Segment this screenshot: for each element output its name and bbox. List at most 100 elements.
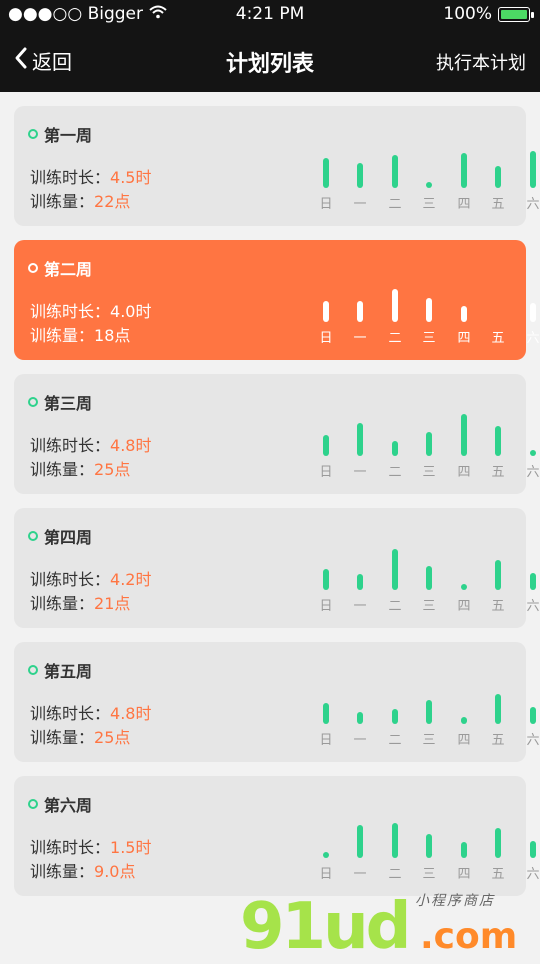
day-label: 日 (319, 465, 333, 480)
day-label: 三 (422, 465, 436, 480)
duration-value: 4.5时 (110, 168, 152, 187)
circle-dot-icon (28, 665, 38, 675)
day-label: 三 (422, 733, 436, 748)
points-row: 训练量：25点 (30, 456, 130, 480)
day-label: 日 (319, 733, 333, 748)
day-label: 二 (388, 867, 402, 882)
day-label: 日 (319, 197, 333, 212)
weekly-bar-chart: 日一二三四五六 (286, 106, 540, 226)
day-label: 五 (491, 465, 505, 480)
battery-icon (498, 6, 534, 22)
day-bar (323, 852, 329, 858)
day-bar (530, 450, 536, 456)
duration-row: 训练时长：1.5时 (30, 834, 151, 858)
week-card[interactable]: 第四周 训练时长：4.2时 训练量：21点 日 一 二 三 四 五 六 (14, 508, 540, 628)
points-label: 训练量： (30, 594, 95, 613)
week-header: 第一周 (28, 122, 92, 146)
day-bar (495, 426, 501, 456)
day-bar (357, 163, 363, 188)
weekly-bar-chart: 日一二三四五六 (286, 642, 540, 762)
day-label: 五 (491, 331, 505, 346)
day-label: 一 (353, 733, 367, 748)
week-card[interactable]: 第一周 训练时长：4.5时 训练量：22点 日 一 二 三 四 五 六 (14, 106, 540, 226)
day-label: 一 (353, 465, 367, 480)
circle-dot-icon (28, 397, 38, 407)
day-label: 二 (388, 197, 402, 212)
day-label: 四 (457, 465, 471, 480)
week-title: 第二周 (44, 260, 93, 279)
day-bar (426, 432, 432, 456)
day-label: 四 (457, 733, 471, 748)
week-title: 第四周 (44, 528, 93, 547)
points-label: 训练量： (30, 460, 95, 479)
day-label: 五 (491, 599, 505, 614)
points-row: 训练量：22点 (30, 188, 130, 212)
week-card[interactable]: 第二周 训练时长：4.0时 训练量：18点 日 一 二 三 四 五 六 (14, 240, 540, 360)
duration-row: 训练时长：4.0时 (30, 298, 151, 322)
points-value: 25点 (94, 728, 131, 747)
points-label: 训练量： (30, 862, 95, 881)
duration-label: 训练时长： (30, 838, 111, 857)
day-bar (495, 694, 501, 724)
duration-label: 训练时长： (30, 704, 111, 723)
day-bar (461, 306, 467, 322)
circle-dot-icon (28, 263, 38, 273)
day-label: 三 (422, 867, 436, 882)
day-bar (357, 574, 363, 590)
week-header: 第二周 (28, 256, 92, 280)
day-label: 六 (526, 197, 540, 212)
week-card[interactable]: 第六周 训练时长：1.5时 训练量：9.0点 日 一 二 三 四 五 六 (14, 776, 540, 896)
day-label: 六 (526, 331, 540, 346)
day-label: 四 (457, 599, 471, 614)
day-label: 二 (388, 599, 402, 614)
day-bar (461, 842, 467, 858)
day-bar (461, 717, 467, 724)
points-row: 训练量：25点 (30, 724, 130, 748)
day-bar (495, 166, 501, 188)
points-value: 21点 (94, 594, 131, 613)
day-bar (392, 155, 398, 188)
day-label: 二 (388, 331, 402, 346)
watermark-tagline: 小程序商店 (415, 893, 495, 909)
duration-row: 训练时长：4.2时 (30, 566, 151, 590)
duration-value: 4.0时 (110, 302, 152, 321)
week-title: 第三周 (44, 394, 93, 413)
day-bar (323, 301, 329, 322)
day-bar (495, 560, 501, 590)
points-row: 训练量：9.0点 (30, 858, 135, 882)
day-label: 一 (353, 599, 367, 614)
day-bar (357, 825, 363, 858)
day-bar (323, 569, 329, 590)
day-bar (530, 707, 536, 724)
execute-plan-button[interactable]: 执行本计划 (436, 49, 526, 75)
day-label: 三 (422, 197, 436, 212)
day-bar (461, 414, 467, 456)
duration-value: 4.8时 (110, 704, 152, 723)
duration-value: 1.5时 (110, 838, 152, 857)
battery-group: 100% (443, 4, 534, 24)
day-bar (323, 435, 329, 456)
week-title: 第一周 (44, 126, 93, 145)
day-bar (426, 566, 432, 590)
day-label: 一 (353, 867, 367, 882)
week-card[interactable]: 第三周 训练时长：4.8时 训练量：25点 日 一 二 三 四 五 六 (14, 374, 540, 494)
week-header: 第五周 (28, 658, 92, 682)
duration-label: 训练时长： (30, 168, 111, 187)
points-label: 训练量： (30, 192, 95, 211)
day-bar (392, 823, 398, 858)
day-label: 日 (319, 331, 333, 346)
week-header: 第六周 (28, 792, 92, 816)
points-value: 9.0点 (94, 862, 136, 881)
day-bar (426, 834, 432, 858)
week-card[interactable]: 第五周 训练时长：4.8时 训练量：25点 日 一 二 三 四 五 六 (14, 642, 540, 762)
points-row: 训练量：21点 (30, 590, 130, 614)
day-label: 一 (353, 197, 367, 212)
week-title: 第六周 (44, 796, 93, 815)
day-bar (392, 709, 398, 724)
day-label: 六 (526, 733, 540, 748)
watermark-mark: 91ud (240, 890, 411, 964)
circle-dot-icon (28, 129, 38, 139)
day-label: 一 (353, 331, 367, 346)
weekly-bar-chart: 日一二三四五六 (286, 240, 540, 360)
duration-row: 训练时长：4.8时 (30, 432, 151, 456)
